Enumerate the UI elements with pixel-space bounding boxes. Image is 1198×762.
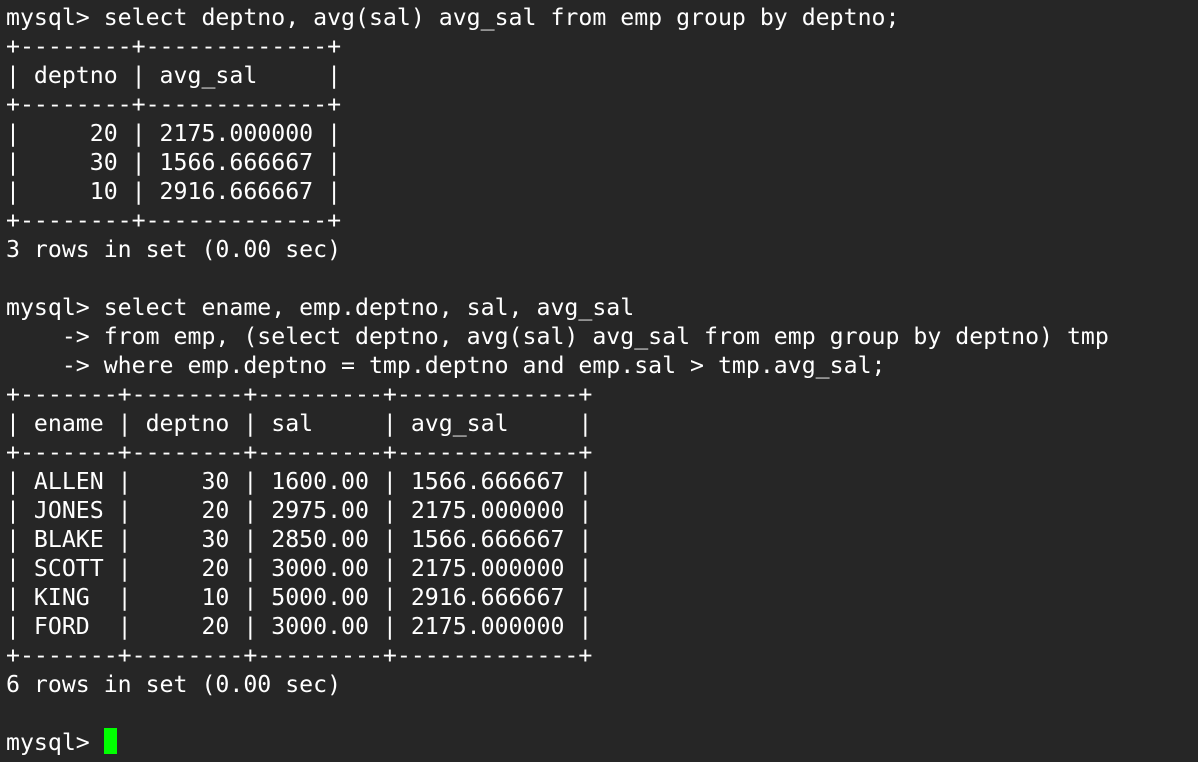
prompt-line[interactable]: mysql>: [6, 728, 1198, 757]
output-line: +--------+-------------+: [6, 33, 342, 60]
output-line: | 20 | 2175.000000 |: [6, 120, 342, 147]
output-line: +--------+-------------+: [6, 91, 342, 118]
output-line: mysql> select deptno, avg(sal) avg_sal f…: [6, 4, 900, 31]
output-line: | BLAKE | 30 | 2850.00 | 1566.666667 |: [6, 526, 593, 553]
output-line: +-------+--------+---------+------------…: [6, 439, 593, 466]
output-line: -> where emp.deptno = tmp.deptno and emp…: [6, 352, 886, 379]
output-line: | ename | deptno | sal | avg_sal |: [6, 410, 593, 437]
prompt-label: mysql>: [6, 729, 104, 756]
output-line: | KING | 10 | 5000.00 | 2916.666667 |: [6, 584, 593, 611]
output-line: -> from emp, (select deptno, avg(sal) av…: [6, 323, 1109, 350]
output-line: +--------+-------------+: [6, 207, 342, 234]
output-line: | JONES | 20 | 2975.00 | 2175.000000 |: [6, 497, 593, 524]
output-line: mysql> select ename, emp.deptno, sal, av…: [6, 294, 635, 321]
output-line: 3 rows in set (0.00 sec): [6, 236, 342, 263]
output-line: | SCOTT | 20 | 3000.00 | 2175.000000 |: [6, 555, 593, 582]
text-cursor: [103, 728, 117, 754]
output-line: | ALLEN | 30 | 1600.00 | 1566.666667 |: [6, 468, 593, 495]
output-line: | deptno | avg_sal |: [6, 62, 342, 89]
output-line: | 10 | 2916.666667 |: [6, 178, 342, 205]
output-line: | FORD | 20 | 3000.00 | 2175.000000 |: [6, 613, 593, 640]
output-line: | 30 | 1566.666667 |: [6, 149, 342, 176]
output-line: +-------+--------+---------+------------…: [6, 642, 593, 669]
output-line: +-------+--------+---------+------------…: [6, 381, 593, 408]
terminal-window[interactable]: mysql> select deptno, avg(sal) avg_sal f…: [0, 0, 1198, 762]
output-line: 6 rows in set (0.00 sec): [6, 671, 342, 698]
